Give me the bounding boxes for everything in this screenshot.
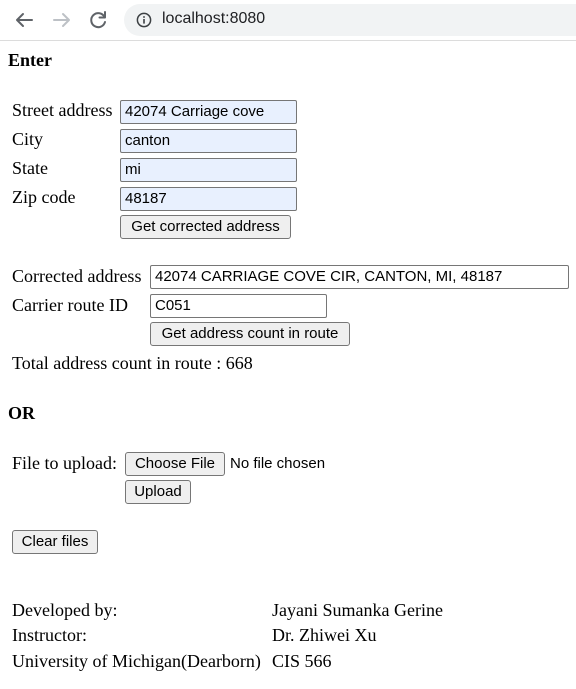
carrier-route-label: Carrier route ID bbox=[12, 295, 128, 315]
course-text: CIS 566 bbox=[272, 651, 332, 671]
university-text: University of Michigan(Dearborn) bbox=[12, 651, 261, 671]
city-label: City bbox=[12, 129, 44, 149]
reload-icon[interactable] bbox=[86, 8, 110, 32]
corrected-address-label: Corrected address bbox=[12, 266, 142, 286]
get-address-count-button[interactable]: Get address count in route bbox=[150, 322, 350, 346]
back-arrow-icon[interactable] bbox=[12, 8, 36, 32]
or-heading: OR bbox=[8, 403, 35, 423]
zip-code-label: Zip code bbox=[12, 187, 76, 207]
clear-files-button[interactable]: Clear files bbox=[12, 530, 98, 554]
state-label: State bbox=[12, 158, 48, 178]
forward-arrow-icon[interactable] bbox=[50, 8, 74, 32]
instructor-label: Instructor: bbox=[12, 625, 87, 645]
zip-code-input[interactable]: 48187 bbox=[120, 187, 297, 211]
instructor-name: Dr. Zhiwei Xu bbox=[272, 625, 377, 645]
get-corrected-address-button[interactable]: Get corrected address bbox=[120, 215, 291, 239]
corrected-address-input[interactable]: 42074 CARRIAGE COVE CIR, CANTON, MI, 481… bbox=[150, 265, 569, 289]
browser-toolbar: localhost:8080 bbox=[0, 0, 576, 41]
enter-heading: Enter bbox=[8, 50, 52, 70]
total-address-count: Total address count in route : 668 bbox=[12, 353, 253, 373]
state-input[interactable]: mi bbox=[120, 158, 297, 182]
upload-button[interactable]: Upload bbox=[125, 480, 191, 504]
developer-name: Jayani Sumanka Gerine bbox=[272, 600, 443, 620]
street-address-input[interactable]: 42074 Carriage cove bbox=[120, 100, 297, 124]
info-icon[interactable] bbox=[136, 12, 152, 28]
city-input[interactable]: canton bbox=[120, 129, 297, 153]
address-bar[interactable]: localhost:8080 bbox=[124, 4, 576, 36]
carrier-route-input[interactable]: C051 bbox=[150, 294, 327, 318]
file-to-upload-label: File to upload: bbox=[12, 453, 117, 473]
developed-by-label: Developed by: bbox=[12, 600, 118, 620]
street-address-label: Street address bbox=[12, 100, 113, 120]
url-text: localhost:8080 bbox=[162, 10, 266, 27]
no-file-chosen-text: No file chosen bbox=[230, 455, 326, 472]
choose-file-button[interactable]: Choose File bbox=[125, 452, 225, 476]
